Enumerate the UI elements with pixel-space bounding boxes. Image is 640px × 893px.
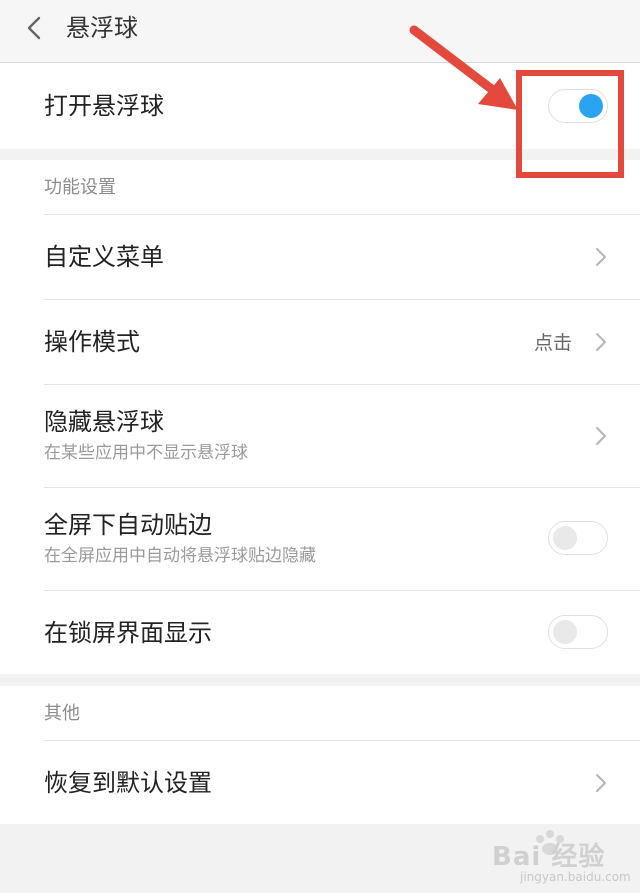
hide-ball-subtitle: 在某些应用中不显示悬浮球 [44,443,248,463]
fullscreen-edge-row[interactable]: 全屏下自动贴边 在全屏应用中自动将悬浮球贴边隐藏 [0,488,640,590]
toggle-knob [553,525,577,550]
lockscreen-show-toggle[interactable] [548,615,608,649]
top-bar: 悬浮球 [0,0,640,63]
operation-mode-label: 操作模式 [44,328,140,356]
custom-menu-row[interactable]: 自定义菜单 [0,215,640,299]
fullscreen-edge-toggle[interactable] [548,521,608,555]
page-title: 悬浮球 [66,14,138,42]
hide-ball-label: 隐藏悬浮球 [44,408,164,436]
restore-default-label: 恢复到默认设置 [44,769,212,797]
custom-menu-label: 自定义菜单 [44,243,164,271]
main-toggle-label: 打开悬浮球 [44,92,164,120]
chevron-right-icon [596,774,606,792]
chevron-right-icon [596,427,606,445]
fullscreen-edge-subtitle: 在全屏应用中自动将悬浮球贴边隐藏 [44,546,316,566]
back-arrow-icon[interactable] [22,14,50,42]
annotation-highlight-box [516,70,624,178]
section-title-other: 其他 [44,703,80,724]
lockscreen-show-label: 在锁屏界面显示 [44,619,212,647]
toggle-knob [553,619,577,644]
restore-default-row[interactable]: 恢复到默认设置 [0,741,640,824]
lockscreen-show-row[interactable]: 在锁屏界面显示 [0,591,640,674]
watermark-url: jingyan.baidu.com [520,870,631,884]
hide-ball-row[interactable]: 隐藏悬浮球 在某些应用中不显示悬浮球 [0,385,640,487]
other-settings-card: 其他 恢复到默认设置 [0,686,640,824]
chevron-right-icon [596,333,606,351]
chevron-right-icon [596,248,606,266]
section-title-function: 功能设置 [44,177,116,198]
function-settings-card: 功能设置 自定义菜单 操作模式 点击 隐藏悬浮球 在某些应用中不显示悬浮球 全屏… [0,160,640,674]
operation-mode-row[interactable]: 操作模式 点击 [0,300,640,384]
operation-mode-value: 点击 [533,332,572,354]
watermark-brand: Bai 经验 [492,842,606,872]
annotation-arrow-icon [409,25,518,110]
fullscreen-edge-label: 全屏下自动贴边 [44,511,212,539]
